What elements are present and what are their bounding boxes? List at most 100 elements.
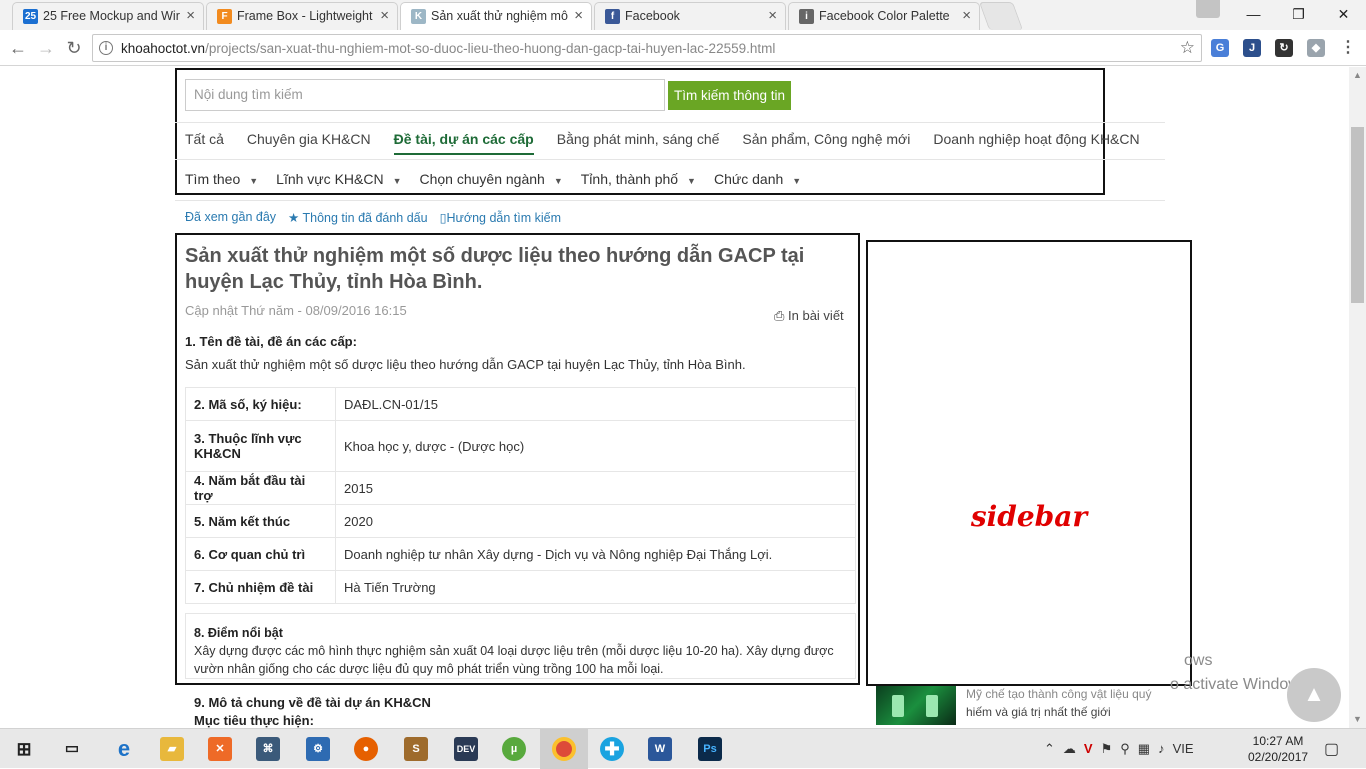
- search-guide-link[interactable]: ▯Hướng dẫn tìm kiếm: [440, 210, 561, 225]
- sublime-icon[interactable]: S: [404, 737, 428, 761]
- extension-sync-icon[interactable]: ↻: [1275, 39, 1293, 57]
- page-content: Nội dung tìm kiếm Tìm kiếm thông tin Tất…: [0, 67, 1366, 728]
- scroll-down-icon[interactable]: ▼: [1349, 711, 1366, 728]
- article-title: Sản xuất thử nghiệm một số dược liệu the…: [185, 245, 805, 293]
- activate-windows-watermark: ows o activate Window: [1170, 652, 1300, 693]
- star-icon: ★: [288, 211, 303, 225]
- chrome-icon[interactable]: [552, 737, 576, 761]
- filter-specialty[interactable]: Chọn chuyên ngành ▼: [420, 171, 563, 187]
- bookmark-star-icon[interactable]: ☆: [1180, 38, 1195, 58]
- search-input[interactable]: Nội dung tìm kiếm: [185, 79, 665, 111]
- network-icon[interactable]: ▦: [1138, 741, 1150, 757]
- tab-title: Facebook: [625, 9, 680, 23]
- table-row: 2. Mã số, ký hiệu: DAĐL.CN-01/15: [185, 387, 856, 421]
- utorrent-icon[interactable]: µ: [502, 737, 526, 761]
- scrollbar[interactable]: ▲ ▼: [1349, 67, 1366, 728]
- tab-products[interactable]: Sản phẩm, Công nghệ mới: [742, 131, 910, 155]
- network-tool-icon[interactable]: ⚙: [306, 737, 330, 761]
- close-icon[interactable]: ×: [186, 3, 195, 29]
- plus-app-icon[interactable]: ✚: [600, 737, 624, 761]
- sql-icon[interactable]: ⌘: [256, 737, 280, 761]
- photoshop-icon[interactable]: Ps: [698, 737, 722, 761]
- tab-experts[interactable]: Chuyên gia KH&CN: [247, 131, 371, 155]
- tab-enterprises[interactable]: Doanh nghiệp hoạt động KH&CN: [933, 131, 1139, 155]
- tab-favicon-icon: K: [411, 9, 426, 24]
- highlight-label: 8. Điểm nổi bật: [194, 626, 283, 640]
- close-icon[interactable]: ×: [380, 3, 389, 29]
- new-tab-button[interactable]: [978, 2, 1024, 30]
- cloud-icon[interactable]: ☁: [1063, 741, 1076, 757]
- browser-tab-1[interactable]: 25 25 Free Mockup and Wir ×: [12, 2, 204, 30]
- scroll-to-top-icon[interactable]: ▲: [1287, 668, 1341, 722]
- maximize-icon[interactable]: ❐: [1276, 0, 1321, 30]
- language-indicator[interactable]: VIE: [1173, 741, 1194, 757]
- xampp-icon[interactable]: ✕: [208, 737, 232, 761]
- volume-icon[interactable]: ♪: [1158, 741, 1165, 757]
- close-icon[interactable]: ×: [574, 3, 583, 29]
- close-icon[interactable]: ×: [962, 3, 971, 29]
- article-date: Cập nhật Thứ năm - 08/09/2016 16:15: [185, 303, 407, 318]
- caret-down-icon: ▼: [553, 176, 563, 186]
- tab-favicon-icon: F: [217, 9, 232, 24]
- profile-icon[interactable]: [1196, 0, 1220, 18]
- project-name-label: 1. Tên đề tài, đề án các cấp:: [185, 334, 357, 349]
- reload-icon[interactable]: ↻: [62, 36, 86, 60]
- category-tabs: Tất cả Chuyên gia KH&CN Đề tài, dự án cá…: [185, 131, 1140, 155]
- recently-viewed-link[interactable]: Đã xem gần đây: [185, 210, 276, 225]
- notification-icon[interactable]: ▢: [1324, 739, 1339, 759]
- forward-icon[interactable]: →: [34, 36, 58, 60]
- minimize-icon[interactable]: —: [1231, 0, 1276, 30]
- tray-app-icon[interactable]: ⚲: [1120, 741, 1130, 757]
- project-info-table: 2. Mã số, ký hiệu: DAĐL.CN-01/15 3. Thuộc…: [185, 387, 856, 604]
- filter-province[interactable]: Tỉnh, thành phố ▼: [581, 171, 696, 187]
- back-icon[interactable]: ←: [6, 36, 30, 60]
- security-icon[interactable]: ⚑: [1101, 741, 1113, 757]
- task-view-icon[interactable]: ▭: [60, 737, 84, 761]
- firefox-icon[interactable]: ●: [354, 737, 378, 761]
- browser-tab-5[interactable]: i Facebook Color Palette ×: [788, 2, 980, 30]
- news-thumbnail[interactable]: [876, 685, 956, 725]
- translate-icon[interactable]: G: [1211, 39, 1229, 57]
- search-button[interactable]: Tìm kiếm thông tin: [668, 81, 791, 110]
- close-icon[interactable]: ×: [768, 3, 777, 29]
- browser-tab-4[interactable]: f Facebook ×: [594, 2, 786, 30]
- unikey-icon[interactable]: V: [1084, 741, 1093, 757]
- browser-tab-3[interactable]: K Sản xuất thử nghiệm mô ×: [400, 2, 592, 30]
- table-row: 3. Thuộc lĩnh vực KH&CN Khoa học y, dược …: [185, 420, 856, 472]
- filter-field[interactable]: Lĩnh vực KH&CN ▼: [276, 171, 401, 187]
- clock[interactable]: 10:27 AM 02/20/2017: [1248, 733, 1308, 765]
- system-tray: ⌃ ☁ V ⚑ ⚲ ▦ ♪ VIE: [1044, 741, 1194, 757]
- address-bar[interactable]: i khoahoctot.vn/projects/san-xuat-thu-ng…: [92, 34, 1202, 62]
- filter-search-by[interactable]: Tìm theo ▼: [185, 171, 258, 187]
- devcpp-icon[interactable]: DEV: [454, 737, 478, 761]
- tab-title: 25 Free Mockup and Wir: [43, 9, 180, 23]
- tab-title: Frame Box - Lightweight: [237, 9, 373, 23]
- sidebar-label: sidebar: [970, 500, 1088, 533]
- windows-taskbar: ⊞ ▭ e ▰ ✕ ⌘ ⚙ ● S DEV µ ✚ W Ps ⌃ ☁ V ⚑ ⚲…: [0, 728, 1366, 769]
- windows-start-icon[interactable]: ⊞: [12, 737, 36, 761]
- extension-gray-icon[interactable]: ◆: [1307, 39, 1325, 57]
- chevron-up-icon[interactable]: ⌃: [1044, 741, 1055, 757]
- scrollbar-thumb[interactable]: [1351, 127, 1364, 303]
- word-icon[interactable]: W: [648, 737, 672, 761]
- print-link[interactable]: ⎙ In bài viết: [774, 308, 844, 324]
- close-window-icon[interactable]: ✕: [1321, 0, 1366, 30]
- caret-down-icon: ▼: [249, 176, 259, 186]
- url-text[interactable]: khoahoctot.vn/projects/san-xuat-thu-nghi…: [121, 41, 775, 56]
- filter-title[interactable]: Chức danh ▼: [714, 171, 801, 187]
- bookmarked-link[interactable]: ★ Thông tin đã đánh dấu: [288, 210, 428, 225]
- info-icon[interactable]: i: [99, 41, 113, 55]
- extension-j-icon[interactable]: J: [1243, 39, 1261, 57]
- tab-patents[interactable]: Bằng phát minh, sáng chế: [557, 131, 720, 155]
- browser-tab-2[interactable]: F Frame Box - Lightweight ×: [206, 2, 398, 30]
- scroll-up-icon[interactable]: ▲: [1349, 67, 1366, 84]
- tab-projects[interactable]: Đề tài, dự án các cấp: [393, 131, 534, 155]
- edge-icon[interactable]: e: [112, 737, 136, 761]
- file-explorer-icon[interactable]: ▰: [160, 737, 184, 761]
- tab-all[interactable]: Tất cả: [185, 131, 224, 155]
- news-item[interactable]: Mỹ chế tạo thành công vật liệu quý hiếm …: [966, 685, 1166, 721]
- menu-icon[interactable]: ⋮: [1339, 39, 1357, 57]
- browser-tabstrip: 25 25 Free Mockup and Wir × F Frame Box …: [0, 0, 1366, 30]
- filter-bar: Tìm theo ▼ Lĩnh vực KH&CN ▼ Chọn chuyên ng…: [185, 171, 801, 187]
- table-row: 5. Năm kết thúc 2020: [185, 504, 856, 538]
